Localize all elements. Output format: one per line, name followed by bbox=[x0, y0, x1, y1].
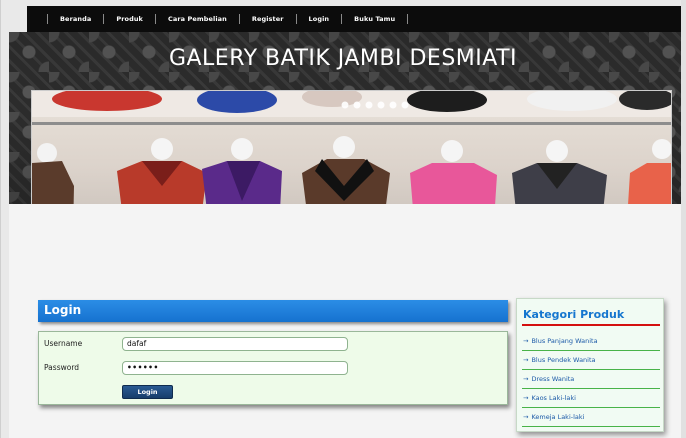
arrow-right-icon: → bbox=[523, 356, 529, 364]
category-item-label: Blus Panjang Wanita bbox=[531, 337, 598, 345]
category-item-label: Blus Pendek Wanita bbox=[531, 356, 596, 364]
category-item-label: Dress Wanita bbox=[531, 375, 575, 383]
nav-item-login[interactable]: Login bbox=[309, 15, 330, 23]
window-right-edge bbox=[681, 0, 686, 438]
category-item-blus-panjang-wanita[interactable]: → Blus Panjang Wanita bbox=[522, 332, 660, 351]
nav-item-cara-pembelian[interactable]: Cara Pembelian bbox=[168, 15, 227, 23]
site-title: GALERY BATIK JAMBI DESMIATI bbox=[168, 46, 518, 71]
nav-item-beranda[interactable]: Beranda bbox=[60, 15, 91, 23]
login-title: Login bbox=[44, 303, 82, 317]
category-item-kaos-laki-laki[interactable]: → Kaos Laki-laki bbox=[522, 389, 660, 408]
password-label: Password bbox=[44, 363, 80, 372]
nav-separator bbox=[407, 14, 409, 24]
password-input[interactable]: •••••• bbox=[122, 361, 348, 375]
arrow-right-icon: → bbox=[523, 337, 529, 345]
arrow-right-icon: → bbox=[523, 375, 529, 383]
category-item-blus-pendek-wanita[interactable]: → Blus Pendek Wanita bbox=[522, 351, 660, 370]
login-form: Username dafaf Password •••••• Login bbox=[38, 331, 508, 405]
nav-separator bbox=[238, 14, 240, 24]
category-item-dress-wanita[interactable]: → Dress Wanita bbox=[522, 370, 660, 389]
nav-item-buku-tamu[interactable]: Buku Tamu bbox=[354, 15, 395, 23]
nav-item-register[interactable]: Register bbox=[252, 15, 284, 23]
nav-separator bbox=[103, 14, 105, 24]
username-label: Username bbox=[44, 339, 83, 348]
login-header: Login bbox=[38, 300, 508, 322]
category-item-label: Kemeja Laki-laki bbox=[531, 413, 585, 421]
nav-separator bbox=[154, 14, 156, 24]
arrow-right-icon: → bbox=[523, 413, 529, 421]
category-title: Kategori Produk bbox=[523, 308, 625, 321]
login-button[interactable]: Login bbox=[122, 385, 173, 399]
username-input[interactable]: dafaf bbox=[122, 337, 348, 351]
top-navigation: Beranda Produk Cara Pembelian Register L… bbox=[27, 6, 686, 32]
category-item-kemeja-laki-laki[interactable]: → Kemeja Laki-laki bbox=[522, 408, 660, 427]
category-panel: Kategori Produk → Blus Panjang Wanita → Bl… bbox=[516, 298, 664, 432]
nav-separator bbox=[47, 14, 48, 24]
nav-separator bbox=[341, 14, 343, 24]
category-title-underline bbox=[522, 324, 660, 326]
category-item-label: Kaos Laki-laki bbox=[531, 394, 576, 402]
nav-item-produk[interactable]: Produk bbox=[116, 15, 143, 23]
arrow-right-icon: → bbox=[523, 394, 529, 402]
nav-separator bbox=[295, 14, 297, 24]
